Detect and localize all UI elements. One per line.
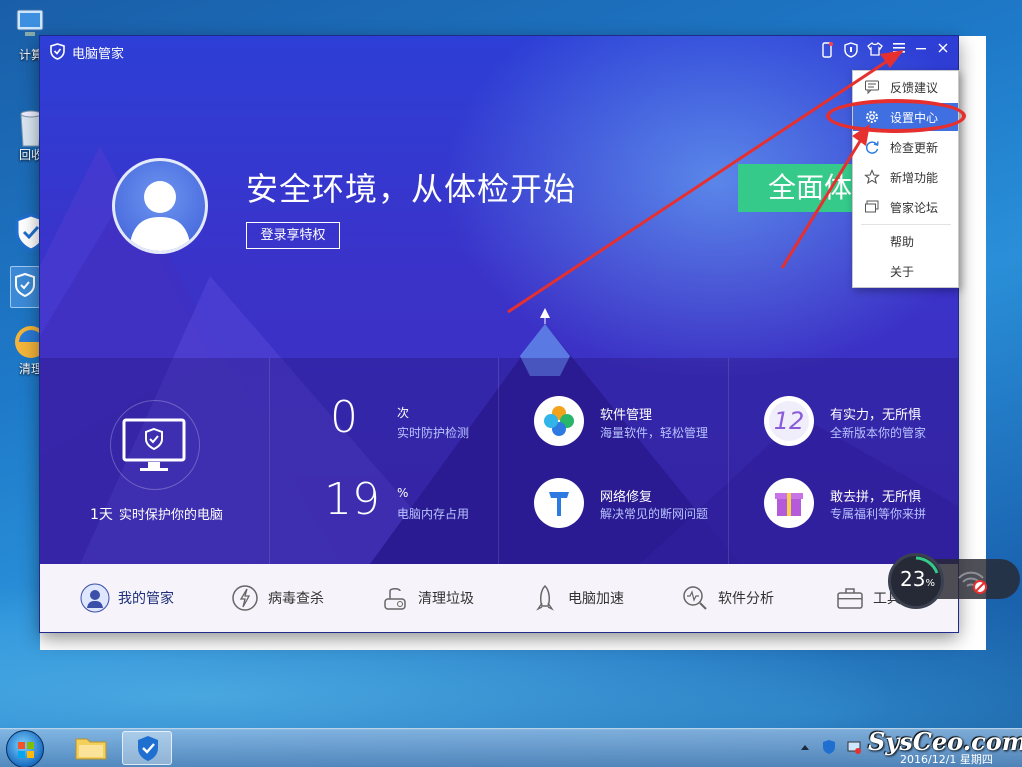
nav-software-analysis[interactable]: 软件分析 bbox=[680, 582, 774, 614]
forum-icon bbox=[865, 200, 879, 213]
menu-item-help[interactable]: 帮助 bbox=[853, 227, 958, 255]
nav-label: 我的管家 bbox=[118, 591, 174, 607]
login-button[interactable]: 登录享特权 bbox=[246, 222, 340, 249]
memory-value: 19 bbox=[324, 474, 380, 525]
chevron-up-icon[interactable] bbox=[800, 743, 810, 751]
start-button[interactable] bbox=[6, 730, 44, 767]
background-window-frame-bottom bbox=[40, 632, 986, 650]
menu-item-new-features[interactable]: 新增功能 bbox=[853, 163, 958, 191]
wifi-disabled-icon[interactable] bbox=[956, 569, 990, 595]
menu-item-label: 检查更新 bbox=[890, 140, 939, 155]
virus-scan-icon bbox=[232, 585, 258, 611]
menu-item-label: 帮助 bbox=[890, 234, 915, 249]
menu-item-label: 管家论坛 bbox=[890, 200, 939, 215]
menu-item-check-update[interactable]: 检查更新 bbox=[853, 133, 958, 161]
protection-days: 1天 实时保护你的电脑 bbox=[90, 504, 223, 524]
days-description: 实时保护你的电脑 bbox=[118, 508, 223, 523]
feature-description: 专属福利等你来拼 bbox=[830, 507, 927, 521]
analysis-icon bbox=[683, 586, 707, 610]
menu-item-label: 关于 bbox=[890, 264, 915, 279]
network-tray-icon[interactable] bbox=[846, 739, 862, 755]
feature-title[interactable]: 软件管理 bbox=[600, 404, 652, 423]
phone-icon[interactable] bbox=[818, 42, 836, 60]
nav-label: 软件分析 bbox=[718, 591, 774, 607]
nav-speed-up[interactable]: 电脑加速 bbox=[530, 582, 624, 614]
shield-icon bbox=[138, 736, 158, 761]
menu-separator bbox=[861, 224, 951, 225]
network-repair-icon[interactable] bbox=[534, 478, 584, 528]
toolbox-icon bbox=[837, 588, 863, 609]
gift-icon[interactable] bbox=[764, 478, 814, 528]
feature-description: 全新版本你的管家 bbox=[830, 426, 927, 440]
detections-description: 实时防护检测 bbox=[397, 426, 470, 440]
menu-hamburger-icon[interactable] bbox=[890, 42, 908, 60]
feature-description: 海量软件，轻松管理 bbox=[600, 426, 709, 440]
widget-percent-value: 23 bbox=[900, 567, 926, 591]
skin-tshirt-icon[interactable] bbox=[866, 42, 884, 60]
security-shield-icon[interactable] bbox=[842, 42, 860, 60]
minimize-icon[interactable] bbox=[912, 42, 930, 60]
rocket-icon bbox=[536, 584, 554, 611]
user-silhouette-icon bbox=[129, 181, 191, 251]
nav-label: 清理垃圾 bbox=[418, 591, 474, 607]
folder-icon bbox=[75, 738, 107, 760]
hero-title: 安全环境，从体检开始 bbox=[246, 170, 577, 208]
detections-unit: 次 bbox=[397, 406, 410, 420]
svg-text:12: 12 bbox=[774, 407, 805, 435]
divider bbox=[269, 358, 270, 564]
taskbar-pc-manager[interactable] bbox=[122, 731, 172, 765]
shield-tray-icon[interactable] bbox=[822, 739, 836, 755]
memory-float-widget[interactable]: 23% bbox=[888, 553, 1020, 609]
window-title: 电脑管家 bbox=[72, 47, 125, 62]
tencent-pc-manager-window: 电脑管家 安全环境，从体检开始 登录享特权 全面体 1天 实时保护你的电脑 0 … bbox=[40, 36, 958, 632]
desktop-icon-selected[interactable] bbox=[10, 266, 40, 308]
refresh-icon bbox=[865, 141, 879, 154]
software-icon[interactable] bbox=[534, 396, 584, 446]
widget-percent: 23% bbox=[900, 567, 935, 591]
window-titlebar[interactable]: 电脑管家 bbox=[40, 36, 958, 66]
nav-label: 电脑加速 bbox=[568, 591, 624, 607]
close-icon[interactable] bbox=[934, 42, 952, 60]
nav-clean-junk[interactable]: 清理垃圾 bbox=[380, 582, 474, 614]
widget-percent-unit: % bbox=[925, 578, 935, 589]
nav-label: 病毒查杀 bbox=[268, 591, 324, 607]
shield-logo-icon bbox=[50, 43, 65, 60]
menu-item-forum[interactable]: 管家论坛 bbox=[853, 193, 958, 221]
menu-item-feedback[interactable]: 反馈建议 bbox=[853, 73, 958, 101]
menu-item-label: 反馈建议 bbox=[890, 80, 939, 95]
taskbar-explorer[interactable] bbox=[66, 731, 116, 765]
annotation-highlight-ring bbox=[826, 99, 966, 133]
menu-item-about[interactable]: 关于 bbox=[853, 257, 958, 285]
feedback-icon bbox=[865, 80, 879, 95]
watermark-text: SysCeo.com bbox=[868, 727, 1022, 756]
divider bbox=[498, 358, 499, 564]
divider bbox=[728, 358, 729, 564]
feature-description: 解决常见的断网问题 bbox=[600, 507, 709, 521]
days-count: 1天 bbox=[90, 507, 113, 523]
windows-logo-icon bbox=[18, 742, 34, 758]
user-avatar[interactable] bbox=[112, 158, 208, 254]
star-icon bbox=[864, 169, 880, 185]
menu-item-label: 新增功能 bbox=[890, 170, 939, 185]
nav-virus-scan[interactable]: 病毒查杀 bbox=[230, 582, 324, 614]
nav-my-manager[interactable]: 我的管家 bbox=[80, 582, 174, 614]
detections-value: 0 bbox=[330, 392, 358, 443]
memory-description: 电脑内存占用 bbox=[397, 507, 470, 521]
feature-title[interactable]: 网络修复 bbox=[600, 486, 652, 505]
memory-unit: % bbox=[397, 486, 409, 500]
clean-icon bbox=[384, 588, 406, 610]
feature-title[interactable]: 有实力，无所惧 bbox=[830, 404, 921, 423]
shield-icon bbox=[15, 273, 35, 297]
monitor-shield-icon bbox=[122, 418, 186, 471]
user-icon bbox=[80, 583, 110, 613]
bottom-navigation: 我的管家 病毒查杀 清理垃圾 电脑加速 软件分析 工具箱 bbox=[40, 564, 958, 632]
badge-12-icon[interactable]: 12 bbox=[764, 396, 814, 446]
feature-title[interactable]: 敢去拼，无所惧 bbox=[830, 486, 921, 505]
